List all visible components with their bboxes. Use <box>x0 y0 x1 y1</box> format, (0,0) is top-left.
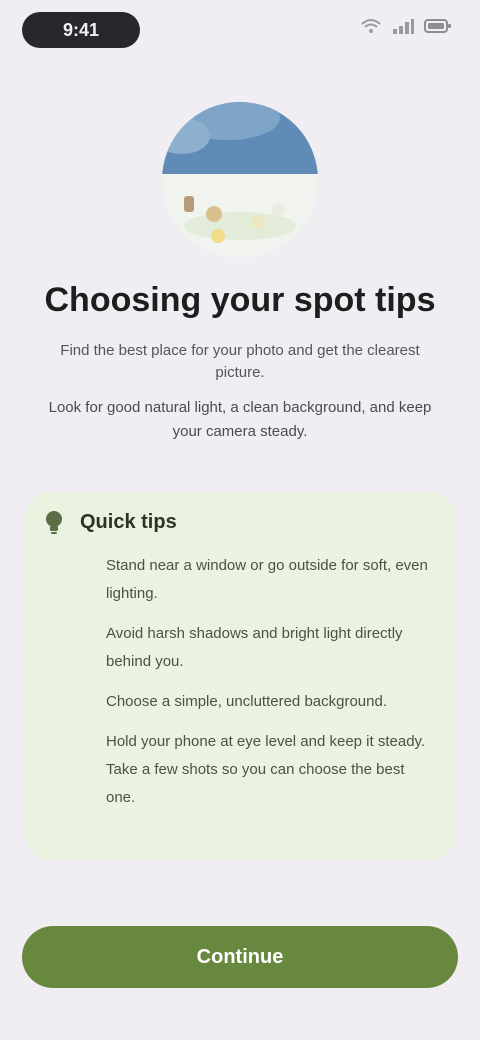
lightbulb-icon <box>40 508 68 536</box>
tips-list: Stand near a window or go outside for so… <box>106 552 436 824</box>
status-time-pill: 9:41 <box>22 12 140 48</box>
continue-button[interactable]: Continue <box>22 926 458 988</box>
tip-item-3: Choose a simple, uncluttered background. <box>106 693 388 710</box>
battery-icon <box>424 18 452 34</box>
page-subtitle: Find the best place for your photo and g… <box>60 342 420 381</box>
signal-icon <box>392 18 414 34</box>
tips-header: Quick tips <box>40 508 177 536</box>
tip-item-4: Hold your phone at eye level and keep it… <box>106 733 426 806</box>
status-time: 9:41 <box>62 20 100 40</box>
status-bar: 9:41 <box>0 0 480 60</box>
page-title: Choosing your spot tips <box>44 281 436 319</box>
tips-card: Quick tips Stand near a window or go out… <box>24 492 456 860</box>
scenery-illustration-icon <box>162 102 318 258</box>
page-description: Look for good natural light, a clean bac… <box>48 399 432 440</box>
tip-item-1: Stand near a window or go outside for so… <box>106 557 428 602</box>
hero-illustration <box>160 100 320 260</box>
status-icons <box>360 18 452 34</box>
wifi-icon <box>360 18 382 34</box>
tips-title: Quick tips <box>80 510 177 533</box>
tip-item-2: Avoid harsh shadows and bright light dir… <box>106 625 403 670</box>
